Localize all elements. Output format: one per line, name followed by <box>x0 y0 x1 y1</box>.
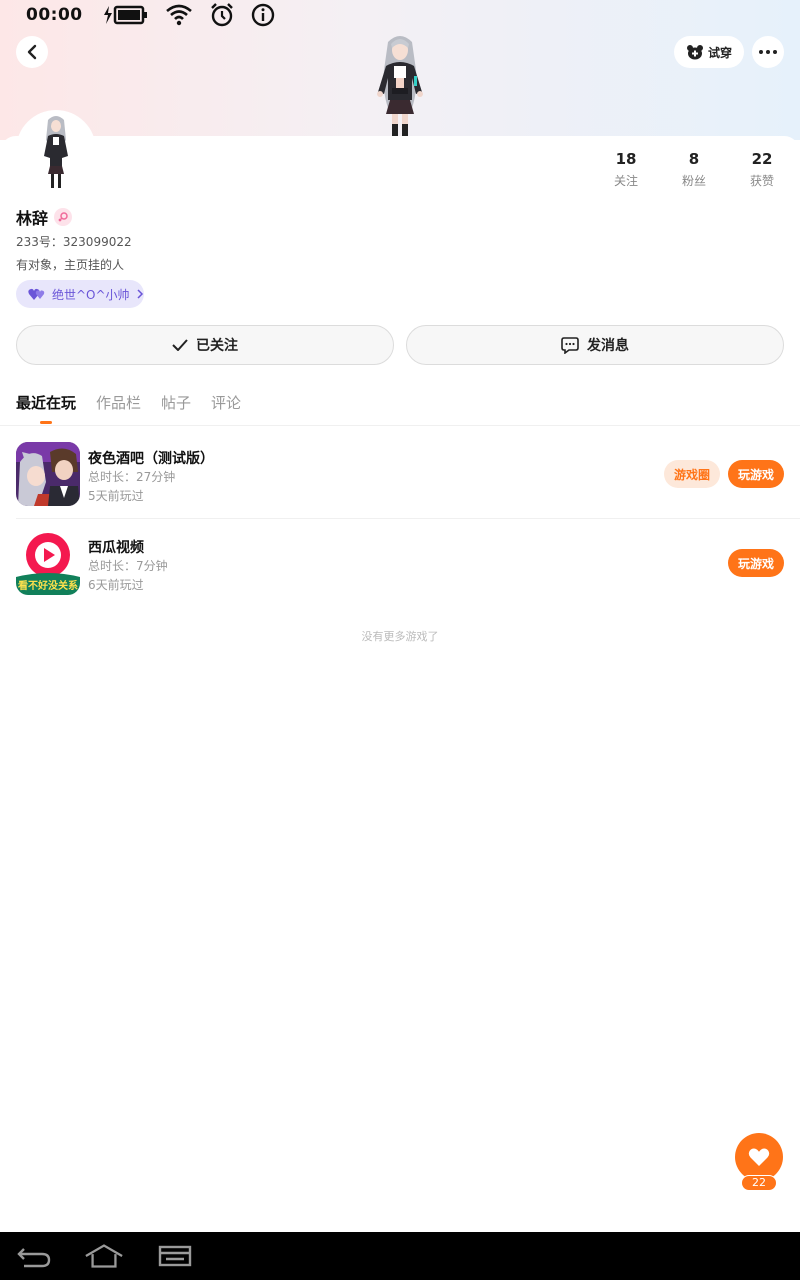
charging-battery-icon <box>103 5 147 25</box>
more-dots-icon <box>759 50 777 54</box>
game-last-played: 6天前玩过 <box>88 578 144 592</box>
heart-icon <box>748 1148 770 1166</box>
tab-recently-played[interactable]: 最近在玩 <box>16 392 76 414</box>
back-arrow-icon <box>27 44 37 60</box>
message-icon <box>561 337 579 354</box>
tab-comments[interactable]: 评论 <box>211 392 241 414</box>
nav-recents-icon <box>158 1245 192 1267</box>
tab-works[interactable]: 作品栏 <box>96 392 141 414</box>
game-duration: 总时长：27分钟 <box>88 470 176 484</box>
status-bar: 00:00 <box>0 0 800 30</box>
stat-following[interactable]: 18 关注 <box>596 150 656 189</box>
game-last-played: 5天前玩过 <box>88 489 144 503</box>
game-circle-button[interactable]: 游戏圈 <box>664 460 720 488</box>
followed-label: 已关注 <box>196 338 238 354</box>
chevron-right-icon <box>137 289 143 299</box>
nav-back-button[interactable] <box>14 1242 54 1270</box>
game-row-nightbar[interactable]: 夜色酒吧（测试版） 总时长：27分钟 5天前玩过 游戏圈 玩游戏 <box>0 442 800 530</box>
divider <box>16 518 800 519</box>
status-time: 00:00 <box>26 5 83 25</box>
game-name: 夜色酒吧（测试版） <box>88 451 214 467</box>
no-more-text: 没有更多游戏了 <box>361 630 439 643</box>
message-label: 发消息 <box>587 338 629 354</box>
name-row: 林辞 <box>16 205 73 229</box>
nav-home-icon <box>85 1244 123 1268</box>
user-id: 233号：323099022 <box>16 235 132 249</box>
alarm-icon <box>210 3 233 27</box>
game-row-xigua[interactable]: 看不好没关系 西瓜视频 总时长：7分钟 6天前玩过 玩游戏 <box>0 531 800 619</box>
play-game-button[interactable]: 玩游戏 <box>728 460 784 488</box>
icon-caption: 看不好没关系 <box>18 579 78 592</box>
user-bio: 有对象，主页挂的人 <box>16 258 125 272</box>
system-nav-bar <box>0 1232 800 1280</box>
avatar-character-image <box>44 116 68 188</box>
followed-button[interactable]: 已关注 <box>16 325 394 365</box>
profile-tabs: 最近在玩 作品栏 帖子 评论 <box>16 392 241 414</box>
avatar-character-figure <box>377 36 423 136</box>
like-count: 22 <box>741 1175 777 1191</box>
avatar[interactable] <box>16 110 96 190</box>
nav-recents-button[interactable] <box>155 1242 195 1270</box>
more-button[interactable] <box>752 36 784 68</box>
send-message-button[interactable]: 发消息 <box>406 325 784 365</box>
back-button[interactable] <box>16 36 48 68</box>
stat-followers[interactable]: 8 粉丝 <box>664 150 724 189</box>
female-icon <box>54 208 73 226</box>
couple-name: 绝世^O^小帅 <box>52 287 130 302</box>
stat-value: 18 <box>615 150 637 168</box>
stat-value: 22 <box>751 150 773 168</box>
tab-indicator <box>40 421 52 424</box>
try-on-label: 试穿 <box>707 45 732 60</box>
stat-value: 8 <box>688 150 700 168</box>
bear-icon <box>686 45 703 60</box>
divider <box>0 425 800 426</box>
stat-likes[interactable]: 22 获赞 <box>732 150 792 189</box>
stat-label: 获赞 <box>749 174 774 188</box>
check-icon <box>172 339 188 351</box>
game-duration: 总时长：7分钟 <box>88 559 168 573</box>
couple-tag[interactable]: 绝世^O^小帅 <box>16 280 144 308</box>
game-icon-xigua: 看不好没关系 <box>16 531 80 595</box>
nav-back-icon <box>17 1248 51 1268</box>
game-icon-nightbar <box>16 442 80 506</box>
double-heart-icon <box>28 288 45 300</box>
wifi-icon <box>165 4 192 26</box>
try-on-button[interactable]: 试穿 <box>674 36 744 68</box>
tab-posts[interactable]: 帖子 <box>161 392 191 414</box>
info-icon <box>251 3 274 27</box>
play-game-button[interactable]: 玩游戏 <box>728 549 784 577</box>
like-button[interactable] <box>735 1133 783 1181</box>
game-name: 西瓜视频 <box>88 540 144 556</box>
stat-label: 关注 <box>613 174 638 188</box>
nav-home-button[interactable] <box>84 1242 124 1270</box>
stat-label: 粉丝 <box>681 174 706 188</box>
user-name: 林辞 <box>16 209 49 228</box>
